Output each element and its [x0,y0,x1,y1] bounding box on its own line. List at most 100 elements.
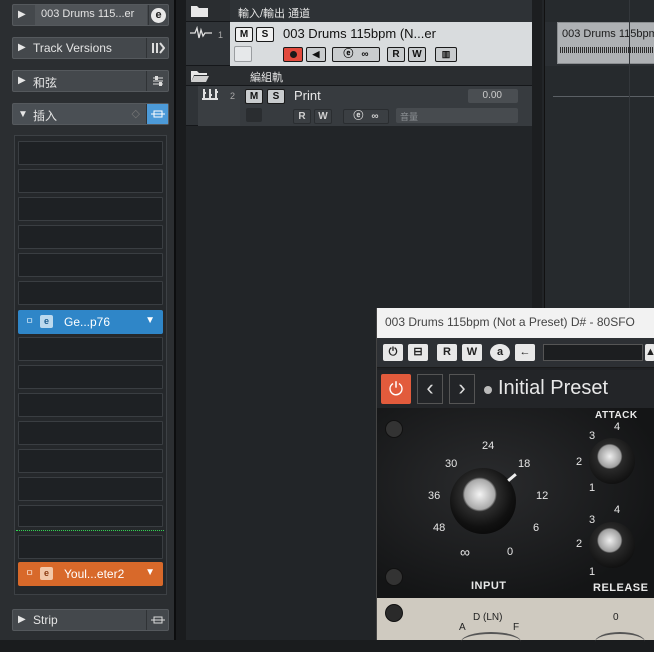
input-knob[interactable] [450,468,516,534]
audio-event[interactable]: 003 Drums 115bpm [557,22,654,64]
next-preset-arrow-icon[interactable]: › [449,374,475,404]
insert-slot-3[interactable] [18,197,163,221]
insert-slot-2[interactable] [18,169,163,193]
insert-slot-4[interactable] [18,225,163,249]
insert-slot-13[interactable] [18,477,163,501]
insert-plugin-gep76[interactable]: ㅁ e Ge...p76 ▼ [18,310,163,334]
release-knob[interactable] [589,522,635,568]
insert-slot-12[interactable] [18,449,163,473]
plugin-power-icon[interactable]: ⏻ [381,374,411,404]
footer-scale-f: F [513,622,520,633]
section-inserts[interactable]: ▼ 插入 ◇ [12,103,169,125]
insert-slot-10[interactable] [18,393,163,417]
write-automation-button[interactable]: W [462,344,482,361]
inspector-track-header[interactable]: ▶ 003 Drums 115...er e [12,4,169,26]
audio-track-row[interactable]: 1 M S 003 Drums 115bpm (N...er ◀ ⓔ ∞ R W … [186,22,542,66]
waveform [560,47,654,53]
release-label: RELEASE [593,582,649,594]
edit-plugin-icon[interactable]: e [40,315,53,328]
expand-arrow-icon[interactable]: ▶ [18,614,26,625]
write-automation-button[interactable]: W [314,109,332,124]
preset-selector[interactable] [543,344,643,361]
plugin-name: Youl...eter2 [64,567,125,581]
insert-slot-11[interactable] [18,421,163,445]
open-folder-icon [190,68,210,84]
insert-slot-6[interactable] [18,281,163,305]
preset-name[interactable]: Initial Preset [498,377,608,400]
track-number: 2 [230,91,236,101]
footer-scale-zero: 0 [613,612,619,623]
attack-knob[interactable] [589,438,635,484]
insert-routing-icon[interactable] [146,104,168,124]
attack-scale-label: 2 [576,456,583,468]
lanes-button[interactable]: ▥ [435,47,457,62]
insert-slot-14[interactable] [18,505,163,527]
track-color-swatch[interactable] [246,108,262,122]
insert-slot-1[interactable] [18,141,163,165]
collapse-arrow-icon[interactable]: ▼ [18,109,28,120]
inspector-track-name: 003 Drums 115...er [41,8,135,20]
track-versions-icon[interactable] [146,38,168,58]
bypass-icon[interactable]: ㅁ [23,315,36,328]
track-name[interactable]: 003 Drums 115bpm (N...er [283,26,436,41]
solo-button[interactable]: S [256,27,274,42]
write-automation-button[interactable]: W [408,47,426,62]
section-strip[interactable]: ▶ Strip [12,609,169,631]
bypass-icon[interactable]: ㅁ [23,567,36,580]
section-track-versions[interactable]: ▶ Track Versions [12,37,169,59]
insert-plugin-youlean[interactable]: ㅁ e Youl...eter2 ▼ [18,562,163,586]
compare-button[interactable]: a [490,344,510,361]
bypass-diamond-icon[interactable]: ◇ [132,107,140,120]
expand-arrow-icon[interactable]: ▶ [18,9,26,20]
edit-plugin-icon[interactable]: e [40,567,53,580]
plugin-window[interactable]: 003 Drums 115bpm (Not a Preset) D# - 80S… [376,308,654,640]
edit-channel-icon[interactable]: e [148,5,168,25]
plugin-window-title[interactable]: 003 Drums 115bpm (Not a Preset) D# - 80S… [377,308,654,338]
record-enable-button[interactable] [283,47,303,62]
monitor-button[interactable]: ◀ [306,47,326,62]
insert-slot-8[interactable] [18,337,163,361]
io-channel-row[interactable]: 輸入/輸出 通道 [186,0,542,22]
read-automation-button[interactable]: R [387,47,405,62]
track-color-swatch[interactable] [234,46,252,62]
power-bypass-button[interactable]: ⏻ [383,344,403,361]
preset-menu-icon[interactable]: ▲ [645,344,654,361]
previous-preset-arrow-icon[interactable]: ‹ [417,374,443,404]
read-automation-button[interactable]: R [293,109,311,124]
mute-button[interactable]: M [245,89,263,104]
attack-scale-label: 3 [589,430,596,442]
dropdown-arrow-icon[interactable]: ▼ [145,315,155,326]
automation-parameter-field[interactable]: 音量 [396,108,518,123]
screw-icon [385,568,403,586]
insert-slot-5[interactable] [18,253,163,277]
solo-button[interactable]: S [267,89,285,104]
release-scale-label: 2 [576,538,583,550]
track-name[interactable]: Print [294,88,321,103]
insert-slot-9[interactable] [18,365,163,389]
meter-arc [461,632,521,652]
edit-channel-button[interactable]: ⓔ ∞ [332,47,380,62]
input-scale-label: 24 [482,440,495,452]
expand-arrow-icon[interactable]: ▶ [18,75,26,86]
meter-arc [595,632,645,652]
dropdown-arrow-icon[interactable]: ▼ [145,567,155,578]
group-channel-row[interactable]: 編組軌 [186,66,542,86]
mute-button[interactable]: M [235,27,253,42]
edit-channel-button[interactable]: ⓔ ∞ [343,109,389,124]
group-track-row[interactable]: 2 M S Print 0.00 R W ⓔ ∞ 音量 [186,86,542,126]
plugin-footer-panel: A D (LN) F 0 [377,598,654,640]
input-scale-label: 30 [445,458,458,470]
attack-scale-label: 4 [614,421,621,433]
copy-settings-icon[interactable]: ← [515,344,535,361]
section-chords[interactable]: ▶ 和弦 [12,70,169,92]
strip-routing-icon[interactable] [146,610,168,630]
read-automation-button[interactable]: R [437,344,457,361]
lanes-icon: ▥ [441,49,451,59]
volume-value[interactable]: 0.00 [468,89,518,103]
insert-slot-15[interactable] [18,535,163,559]
expand-arrow-icon[interactable]: ▶ [18,42,26,53]
footer-d-label: D (LN) [473,612,503,623]
sidechain-button[interactable]: ⊟ [408,344,428,361]
release-scale-label: 4 [614,504,621,516]
chord-settings-icon[interactable] [146,71,168,91]
